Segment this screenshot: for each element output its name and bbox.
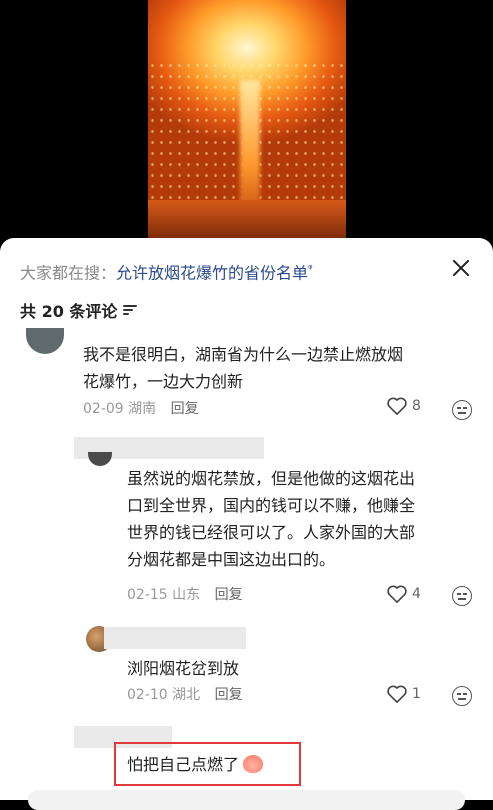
comment-location: 湖北	[172, 687, 201, 703]
ground	[148, 200, 346, 240]
comment-meta: 02-09 湖南 回复	[83, 398, 199, 418]
emoji-react-icon[interactable]	[452, 686, 472, 706]
comment-date: 02-09	[83, 401, 124, 417]
close-button[interactable]	[449, 256, 473, 280]
comment-input-bar[interactable]	[28, 790, 465, 810]
like-button[interactable]: 1	[386, 684, 421, 704]
reply-button[interactable]: 回复	[215, 687, 243, 703]
heart-icon	[387, 397, 407, 415]
comment-date: 02-10	[127, 687, 168, 703]
comment-location: 湖南	[128, 401, 157, 417]
heart-icon	[387, 685, 407, 703]
search-suggestion[interactable]: 大家都在搜：允许放烟花爆竹的省份名单ᵠ	[20, 256, 433, 282]
video-frame[interactable]	[148, 0, 346, 240]
like-button[interactable]: 8	[386, 396, 421, 416]
comment-meta: 02-15 山东 回复	[127, 584, 243, 604]
comment-text: 虽然说的烟花禁放，但是他做的这烟花出 口到全世界，国内的钱可以不赚，他赚全 世界…	[127, 469, 416, 569]
emoji-react-icon[interactable]	[452, 586, 472, 606]
like-count: 4	[412, 586, 421, 602]
heart-icon	[387, 585, 407, 603]
like-count: 8	[412, 398, 421, 414]
search-icon: ᵠ	[308, 262, 313, 275]
comment-meta: 02-10 湖北 回复	[127, 684, 243, 704]
peach-emoji-icon	[243, 755, 264, 773]
search-query-link[interactable]: 允许放烟花爆竹的省份名单	[116, 263, 308, 282]
comment-text: 浏阳烟花岔到放	[127, 659, 240, 678]
comment-date: 02-15	[127, 587, 168, 603]
comment-count: 共 20 条评论	[20, 302, 118, 321]
sort-icon[interactable]	[123, 304, 138, 316]
firework-stem	[240, 80, 260, 220]
emoji-react-icon[interactable]	[452, 400, 472, 420]
reply-button[interactable]: 回复	[171, 401, 199, 417]
reply-button[interactable]: 回复	[215, 587, 243, 603]
like-button[interactable]: 4	[386, 584, 421, 604]
search-prefix: 大家都在搜：	[20, 263, 117, 283]
like-count: 1	[412, 686, 421, 702]
username-redacted	[104, 627, 246, 649]
comment-text: 怕把自己点燃了	[127, 751, 264, 778]
comment-text: 我不是很明白，湖南省为什么一边禁止燃放烟 花爆竹，一边大力创新	[83, 345, 404, 391]
comment-location: 山东	[172, 587, 201, 603]
comment-count-row: 共 20 条评论	[20, 298, 138, 322]
